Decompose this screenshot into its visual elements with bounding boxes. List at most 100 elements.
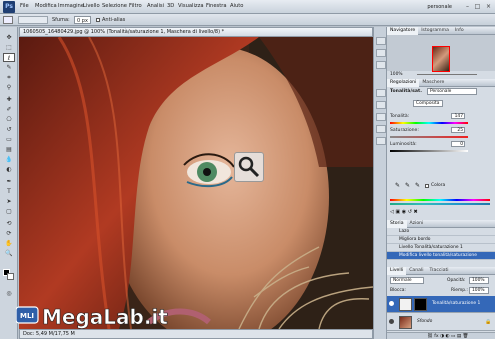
tab-histogram[interactable]: Istogramma bbox=[418, 27, 452, 35]
layer-name[interactable]: Tonalità/saturazione 1 bbox=[432, 301, 480, 306]
menu-visualizza[interactable]: Visualizza bbox=[178, 3, 204, 9]
layer-mask-thumb[interactable] bbox=[414, 298, 427, 311]
tab-channels[interactable]: Canali bbox=[406, 267, 426, 275]
hand-tool-icon[interactable]: ✋ bbox=[3, 239, 15, 248]
menu-file[interactable]: File bbox=[20, 3, 29, 9]
lasso-tool-icon[interactable]: ℓ bbox=[3, 53, 15, 62]
menu-livello[interactable]: Livello bbox=[83, 3, 100, 9]
channel-dropdown[interactable]: Composita bbox=[413, 100, 443, 107]
layers-panel-header: Livelli Canali Tracciati bbox=[387, 267, 495, 275]
tab-layers[interactable]: Livelli bbox=[387, 267, 407, 275]
navigator-thumbnail[interactable] bbox=[432, 46, 450, 72]
menu-finestra[interactable]: Finestra bbox=[206, 3, 227, 9]
preset-dropdown[interactable]: Personale bbox=[427, 88, 477, 95]
marquee-tool-icon[interactable]: ⬚ bbox=[3, 43, 15, 52]
close-button[interactable]: × bbox=[484, 2, 493, 11]
background-color-swatch[interactable] bbox=[7, 273, 14, 280]
3d-rotate-tool-icon[interactable]: ⟲ bbox=[3, 219, 15, 228]
gradient-tool-icon[interactable]: ▤ bbox=[3, 145, 15, 154]
selection-mode-icons[interactable] bbox=[18, 16, 48, 24]
path-select-tool-icon[interactable]: ➤ bbox=[3, 197, 15, 206]
quick-select-tool-icon[interactable]: ✎ bbox=[3, 63, 15, 72]
visibility-eye-icon[interactable] bbox=[389, 319, 394, 324]
blur-tool-icon[interactable]: 💧 bbox=[3, 155, 15, 164]
maximize-button[interactable]: □ bbox=[473, 2, 482, 11]
history-item[interactable]: Migliora bordo bbox=[387, 236, 495, 244]
workspace-selector[interactable]: personale bbox=[408, 2, 460, 12]
tab-actions[interactable]: Azioni bbox=[407, 220, 427, 228]
brush-tool-icon[interactable]: ✐ bbox=[3, 105, 15, 114]
eyedropper-icon[interactable]: ✎ bbox=[395, 182, 400, 189]
navigator-zoom-value[interactable]: 100% bbox=[390, 72, 403, 77]
watermark-text: MegaLab.it bbox=[42, 305, 168, 329]
menu-filtro[interactable]: Filtro bbox=[129, 3, 142, 9]
panel-icon[interactable] bbox=[376, 113, 386, 121]
healing-brush-tool-icon[interactable]: ✚ bbox=[3, 95, 15, 104]
menu-aiuto[interactable]: Aiuto bbox=[230, 3, 244, 9]
eraser-tool-icon[interactable]: ▭ bbox=[3, 135, 15, 144]
tab-adjustments[interactable]: Regolazioni bbox=[387, 79, 420, 87]
move-tool-icon[interactable]: ✥ bbox=[3, 33, 15, 42]
pen-tool-icon[interactable]: ✒ bbox=[3, 177, 15, 186]
panel-icon[interactable] bbox=[376, 125, 386, 133]
panel-icon[interactable] bbox=[376, 89, 386, 97]
layer-row[interactable]: Sfondo 🔒 bbox=[387, 314, 495, 331]
menu-immagine[interactable]: Immagine bbox=[58, 3, 84, 9]
dodge-tool-icon[interactable]: ◐ bbox=[3, 165, 15, 174]
crop-tool-icon[interactable]: ⌗ bbox=[3, 73, 15, 82]
history-item-selected[interactable]: Modifica livello tonalità/saturazione bbox=[387, 252, 495, 260]
image-canvas[interactable] bbox=[19, 37, 373, 329]
panel-icon[interactable] bbox=[376, 61, 386, 69]
menu-modifica[interactable]: Modifica bbox=[35, 3, 57, 9]
opacity-label: Opacità: bbox=[447, 278, 466, 283]
menu-3d[interactable]: 3D bbox=[167, 3, 174, 9]
visibility-eye-icon[interactable] bbox=[389, 301, 394, 306]
layer-name[interactable]: Sfondo bbox=[417, 319, 432, 324]
tab-navigator[interactable]: Navigatore bbox=[387, 27, 419, 35]
saturation-input[interactable]: 25 bbox=[451, 127, 465, 133]
panel-icon[interactable] bbox=[376, 49, 386, 57]
opacity-input[interactable]: 100% bbox=[469, 277, 489, 284]
feather-input[interactable]: 0 px bbox=[74, 16, 91, 24]
menu-selezione[interactable]: Selezione bbox=[102, 3, 127, 9]
adjustments-footer-icons[interactable]: ◁ ▣ ◉ ↺ ✖ bbox=[390, 209, 490, 217]
zoom-tool-icon[interactable]: 🔍 bbox=[3, 249, 15, 258]
watermark-badge: MLI bbox=[20, 312, 34, 320]
shape-tool-icon[interactable]: ▢ bbox=[3, 207, 15, 216]
antialias-checkbox[interactable] bbox=[96, 18, 100, 22]
lasso-tool-icon[interactable] bbox=[3, 16, 13, 24]
fill-input[interactable]: 100% bbox=[469, 287, 489, 294]
history-item[interactable]: Livello Tonalità/saturazione 1 bbox=[387, 244, 495, 252]
antialias-label: Anti-alias bbox=[102, 17, 126, 23]
blend-mode-dropdown[interactable]: Normale bbox=[390, 277, 424, 284]
document-tab[interactable]: 1060505_16480429.jpg @ 100% (Tonalità/sa… bbox=[19, 27, 373, 37]
adjustment-layer-thumb bbox=[399, 298, 412, 311]
clone-stamp-tool-icon[interactable]: ⎔ bbox=[3, 115, 15, 124]
3d-camera-tool-icon[interactable]: ⟳ bbox=[3, 229, 15, 238]
hue-slider[interactable] bbox=[390, 122, 468, 124]
menu-analisi[interactable]: Analisi bbox=[147, 3, 164, 9]
tab-info[interactable]: Info bbox=[452, 27, 467, 35]
type-tool-icon[interactable]: T bbox=[3, 187, 15, 196]
minimize-button[interactable]: – bbox=[463, 2, 472, 11]
panel-icon[interactable] bbox=[376, 37, 386, 45]
layers-footer-icons[interactable]: ⛓ fx ◑ ◐ ▭ ▤ 🗑 bbox=[387, 332, 495, 339]
eyedropper-minus-icon[interactable]: ✎ bbox=[415, 182, 420, 189]
quick-mask-icon[interactable]: ◎ bbox=[3, 289, 15, 298]
panel-icon[interactable] bbox=[376, 137, 386, 145]
zoom-slider[interactable] bbox=[417, 74, 477, 75]
tab-masks[interactable]: Maschere bbox=[419, 79, 447, 87]
history-item[interactable]: Lazo bbox=[387, 228, 495, 236]
lightness-slider[interactable] bbox=[390, 150, 468, 152]
hue-input[interactable]: 147 bbox=[451, 113, 465, 119]
layer-row-selected[interactable]: Tonalità/saturazione 1 bbox=[387, 296, 495, 313]
lightness-input[interactable]: 0 bbox=[451, 141, 465, 147]
tab-paths[interactable]: Tracciati bbox=[427, 267, 452, 275]
saturation-slider[interactable] bbox=[390, 136, 468, 138]
history-brush-tool-icon[interactable]: ↺ bbox=[3, 125, 15, 134]
eyedropper-tool-icon[interactable]: ⚲ bbox=[3, 83, 15, 92]
tab-history[interactable]: Storia bbox=[387, 220, 407, 228]
eyedropper-plus-icon[interactable]: ✎ bbox=[405, 182, 410, 189]
colorize-checkbox[interactable] bbox=[425, 184, 429, 188]
panel-icon[interactable] bbox=[376, 101, 386, 109]
